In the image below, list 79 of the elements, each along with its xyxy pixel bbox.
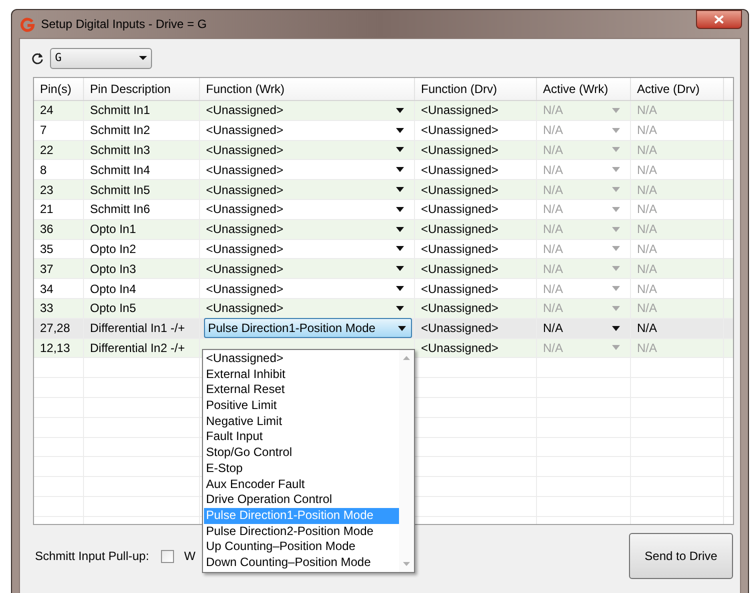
table-cell-text: 12,13 <box>40 340 72 357</box>
table-cell-text: Opto In2 <box>90 240 138 258</box>
table-cell-text: N/A <box>543 182 564 199</box>
table-cell-text: 22 <box>40 142 54 159</box>
table-cell-text: Schmitt In6 <box>90 201 152 218</box>
table-cell-text: 34 <box>40 280 54 298</box>
table-cell-text: N/A <box>637 182 658 199</box>
table-cell-text: <Unassigned> <box>421 201 500 218</box>
table-cell-text: 21 <box>40 201 54 218</box>
table-cell-text: Schmitt In5 <box>90 182 152 199</box>
table-cell-text: <Unassigned> <box>421 320 500 338</box>
table-cell-text: <Unassigned> <box>206 221 284 238</box>
table-cell-text: 27,28 <box>40 320 72 338</box>
table-cell-text: N/A <box>543 320 564 338</box>
table-cell-text: N/A <box>637 320 658 338</box>
table-cell-text: Differential In1 -/+ <box>90 320 186 338</box>
table-cell-text: 23 <box>40 182 54 199</box>
table-cell-text: <Unassigned> <box>421 340 500 357</box>
table-cell-text: N/A <box>637 122 658 140</box>
table-cell-text: N/A <box>637 300 658 318</box>
table-cell-text: N/A <box>543 142 564 159</box>
table-cell-text: N/A <box>543 300 564 318</box>
table-cell-text: <Unassigned> <box>206 122 284 140</box>
table-cell-text: 8 <box>40 162 48 179</box>
table-cell-text: 24 <box>40 102 54 120</box>
table-cell-text: N/A <box>543 260 564 278</box>
table-cell-text: 7 <box>40 122 48 140</box>
table-cell-text: <Unassigned> <box>421 240 500 258</box>
table-cell-text: <Unassigned> <box>421 280 500 298</box>
table-cell-text: Schmitt In4 <box>90 162 152 179</box>
table-cell-text: N/A <box>543 201 564 218</box>
option-label: W <box>184 548 196 565</box>
table-cell-text: <Unassigned> <box>421 221 500 238</box>
table-cell-text: N/A <box>543 340 564 357</box>
table-cell-text: 33 <box>40 300 54 318</box>
table-cell-text: Opto In4 <box>90 280 138 298</box>
table-cell-text: N/A <box>637 142 658 159</box>
table-cell-text: N/A <box>637 201 658 218</box>
table-cell-text: Differential In2 -/+ <box>90 340 186 357</box>
table-cell-text: <Unassigned> <box>421 260 500 278</box>
table-cell-text: N/A <box>637 102 658 120</box>
table-cell-text: N/A <box>543 221 564 238</box>
table-cell-text: <Unassigned> <box>206 280 284 298</box>
table-cell-text: N/A <box>637 340 658 357</box>
table-cell-text: N/A <box>543 162 564 179</box>
table-cell-text: <Unassigned> <box>206 300 284 318</box>
table-cell-text: <Unassigned> <box>206 240 284 258</box>
table-cell-text: Schmitt In3 <box>90 142 152 159</box>
table-cell-text: <Unassigned> <box>421 182 500 199</box>
table-cell-text: <Unassigned> <box>206 142 284 159</box>
table-cell-text: <Unassigned> <box>206 162 284 179</box>
window-title: Setup Digital Inputs - Drive = G <box>41 16 207 33</box>
table-cell-text: 35 <box>40 240 54 258</box>
table-cell-text: <Unassigned> <box>206 182 284 199</box>
table-cell-text: Opto In1 <box>90 221 138 238</box>
table-cell-text: N/A <box>543 122 564 140</box>
table-cell-text: Opto In5 <box>90 300 138 318</box>
table-cell-text: 36 <box>40 221 54 238</box>
table-cell-text: N/A <box>543 280 564 298</box>
pullup-label: Schmitt Input Pull-up: <box>35 548 150 565</box>
table-cell-text: <Unassigned> <box>421 102 500 120</box>
table-cell-text: <Unassigned> <box>421 142 500 159</box>
table-cell-text: <Unassigned> <box>421 162 500 179</box>
table-cell-text: N/A <box>637 162 658 179</box>
table-cell-text: <Unassigned> <box>421 300 500 318</box>
table-cell-text: N/A <box>637 221 658 238</box>
table-cell-text: Opto In3 <box>90 260 138 278</box>
table-cell-text: 37 <box>40 260 54 278</box>
table-cell-text: <Unassigned> <box>206 102 284 120</box>
table-cell-text: N/A <box>543 240 564 258</box>
table-cell-text: N/A <box>543 102 564 120</box>
table-cell-text: <Unassigned> <box>206 201 284 218</box>
table-cell-text: <Unassigned> <box>206 260 284 278</box>
table-cell-text: N/A <box>637 280 658 298</box>
table-cell-text: N/A <box>637 260 658 278</box>
table-cell-text: N/A <box>637 240 658 258</box>
table-cell-text: Schmitt In1 <box>90 102 152 120</box>
table-cell-text: Schmitt In2 <box>90 122 152 140</box>
table-cell-text: <Unassigned> <box>421 122 500 140</box>
